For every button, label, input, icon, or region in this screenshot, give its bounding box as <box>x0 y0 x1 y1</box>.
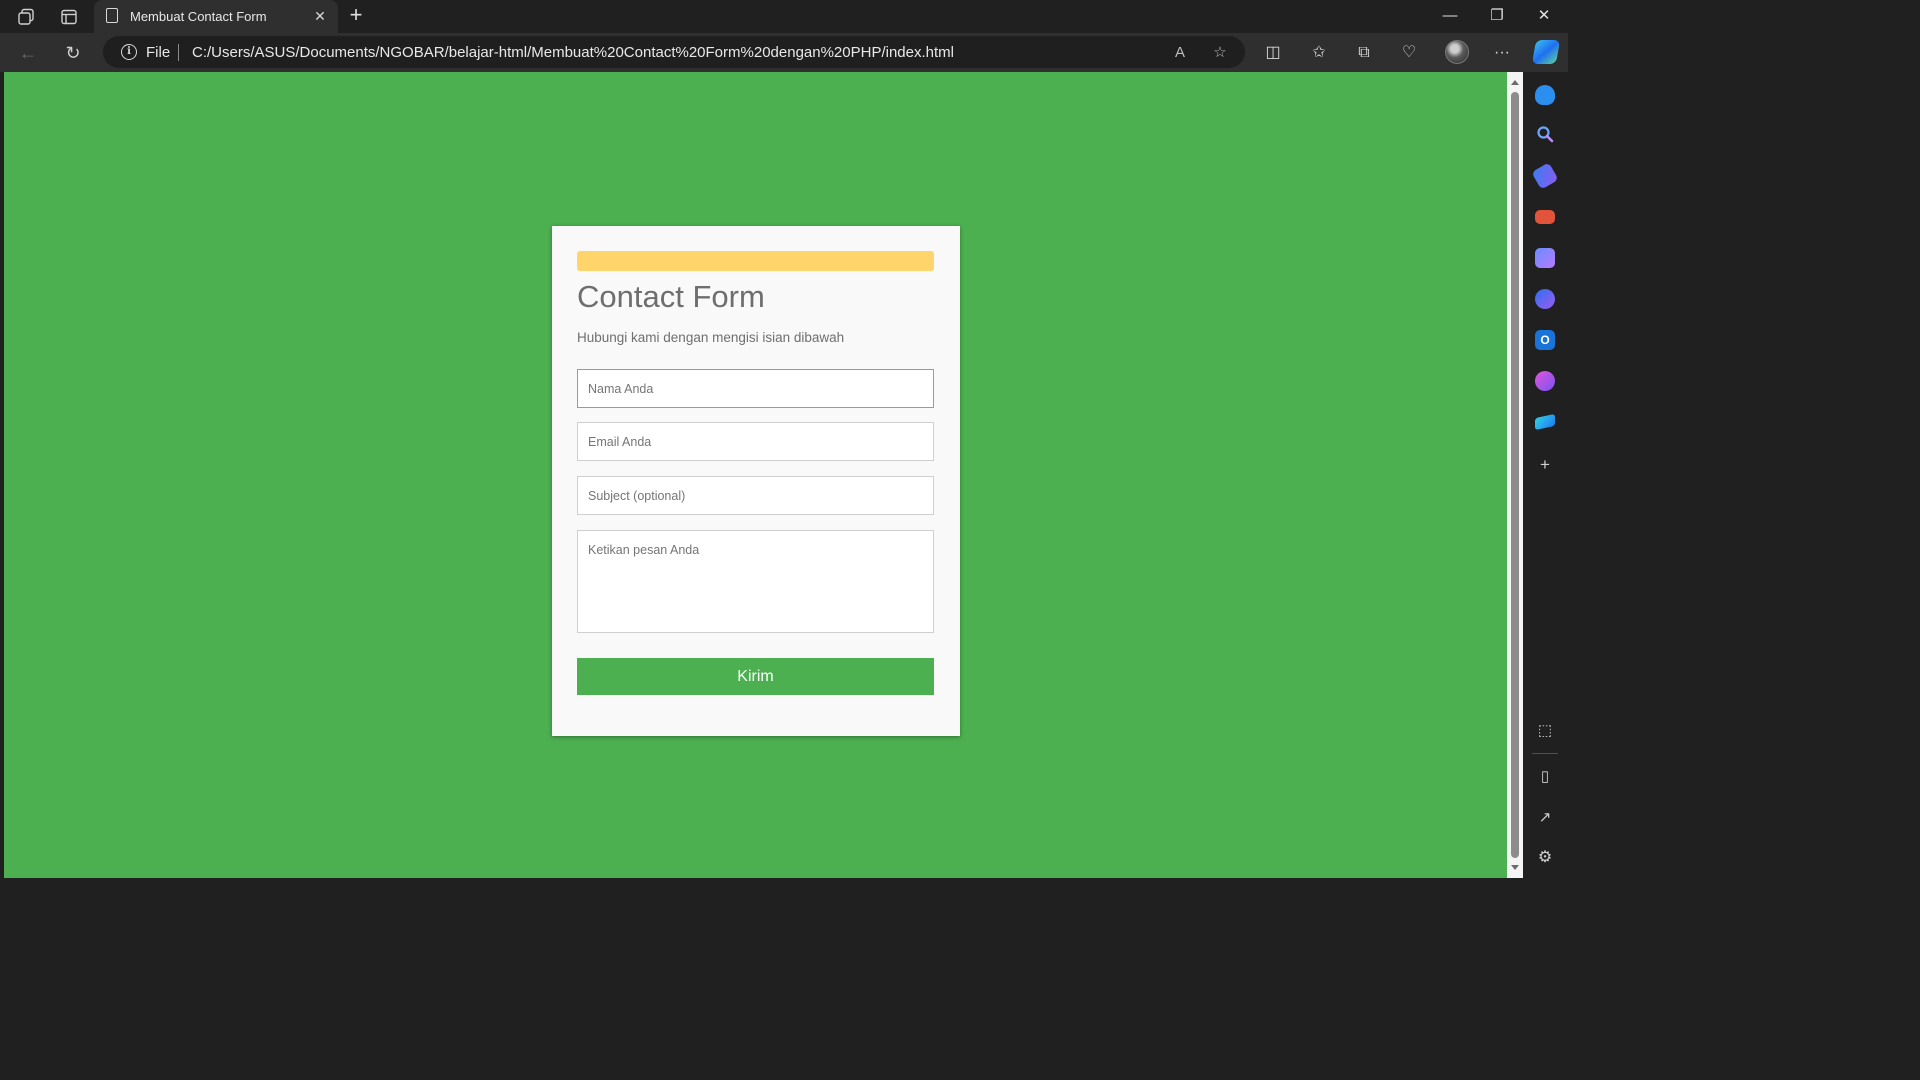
scroll-thumb[interactable] <box>1511 92 1519 858</box>
favorite-star-icon[interactable]: ☆ <box>1209 42 1231 64</box>
document-icon <box>106 8 118 23</box>
scroll-down-arrow[interactable] <box>1511 865 1519 870</box>
form-heading: Contact Form <box>577 279 765 314</box>
tab-bar: Membuat Contact Form ✕ + — ❐ ✕ <box>0 0 1568 33</box>
edge-sidebar: O + ⬚ ▯ ↗ ⚙ <box>1523 72 1568 882</box>
search-icon[interactable] <box>1535 125 1555 145</box>
submit-button[interactable]: Kirim <box>577 658 934 695</box>
contact-form-card: Contact Form Hubungi kami dengan mengisi… <box>552 226 960 736</box>
url-text[interactable]: C:/Users/ASUS/Documents/NGOBAR/belajar-h… <box>192 44 954 61</box>
vertical-scrollbar[interactable] <box>1507 72 1523 878</box>
subject-input[interactable] <box>577 476 934 515</box>
site-info-icon[interactable]: i <box>121 44 137 60</box>
workspaces-icon[interactable] <box>15 6 37 28</box>
profile-avatar[interactable] <box>1445 40 1469 64</box>
copilot-circle-icon[interactable] <box>1535 289 1555 309</box>
name-input[interactable] <box>577 369 934 408</box>
tab-close-icon[interactable]: ✕ <box>310 6 330 26</box>
window-bottom-edge <box>0 878 1523 882</box>
shopping-tag-icon[interactable] <box>1531 162 1559 190</box>
close-window-button[interactable]: ✕ <box>1521 4 1567 28</box>
hide-sidebar-icon[interactable]: ▯ <box>1535 767 1555 787</box>
tab-active[interactable]: Membuat Contact Form ✕ <box>94 0 338 33</box>
tab-title: Membuat Contact Form <box>130 9 267 24</box>
new-tab-button[interactable]: + <box>345 4 367 28</box>
accent-bar <box>577 251 934 271</box>
settings-gear-icon[interactable]: ⚙ <box>1535 848 1555 868</box>
form-subtitle: Hubungi kami dengan mengisi isian dibawa… <box>577 330 845 345</box>
open-external-icon[interactable]: ↗ <box>1535 808 1555 828</box>
scroll-up-arrow[interactable] <box>1511 80 1519 85</box>
address-separator <box>178 44 179 61</box>
read-aloud-icon[interactable]: A <box>1169 42 1191 64</box>
collections-icon[interactable]: ⧉ <box>1352 41 1376 65</box>
telegram-send-icon[interactable] <box>1535 413 1555 431</box>
reload-button[interactable]: ↻ <box>61 41 85 65</box>
browser-toolbar: ← ↻ i File C:/Users/ASUS/Documents/NGOBA… <box>0 33 1568 72</box>
games-icon[interactable] <box>1535 248 1555 268</box>
designer-icon[interactable] <box>1535 371 1555 391</box>
favorites-icon[interactable]: ✩ <box>1307 41 1331 65</box>
restore-button[interactable]: ❐ <box>1474 4 1520 28</box>
sidebar-divider <box>1532 753 1558 754</box>
message-textarea[interactable] <box>577 530 934 633</box>
address-bar[interactable]: i File C:/Users/ASUS/Documents/NGOBAR/be… <box>103 36 1245 68</box>
tools-icon[interactable] <box>1535 210 1555 224</box>
tab-actions-icon[interactable] <box>58 6 80 28</box>
scheme-label: File <box>146 44 171 61</box>
screenshot-icon[interactable]: ⬚ <box>1535 721 1555 741</box>
minimize-button[interactable]: — <box>1427 4 1473 28</box>
copilot-icon[interactable] <box>1531 40 1561 64</box>
email-input[interactable] <box>577 422 934 461</box>
split-screen-icon[interactable]: ◫ <box>1261 41 1285 65</box>
page-viewport: Contact Form Hubungi kami dengan mengisi… <box>4 72 1507 878</box>
bell-icon[interactable] <box>1535 85 1555 105</box>
more-options-icon[interactable]: ··· <box>1490 41 1514 65</box>
back-button[interactable]: ← <box>16 41 40 65</box>
outlook-icon[interactable]: O <box>1535 330 1555 350</box>
performance-icon[interactable]: ♡ <box>1397 41 1421 65</box>
add-sidebar-app-icon[interactable]: + <box>1535 455 1555 475</box>
